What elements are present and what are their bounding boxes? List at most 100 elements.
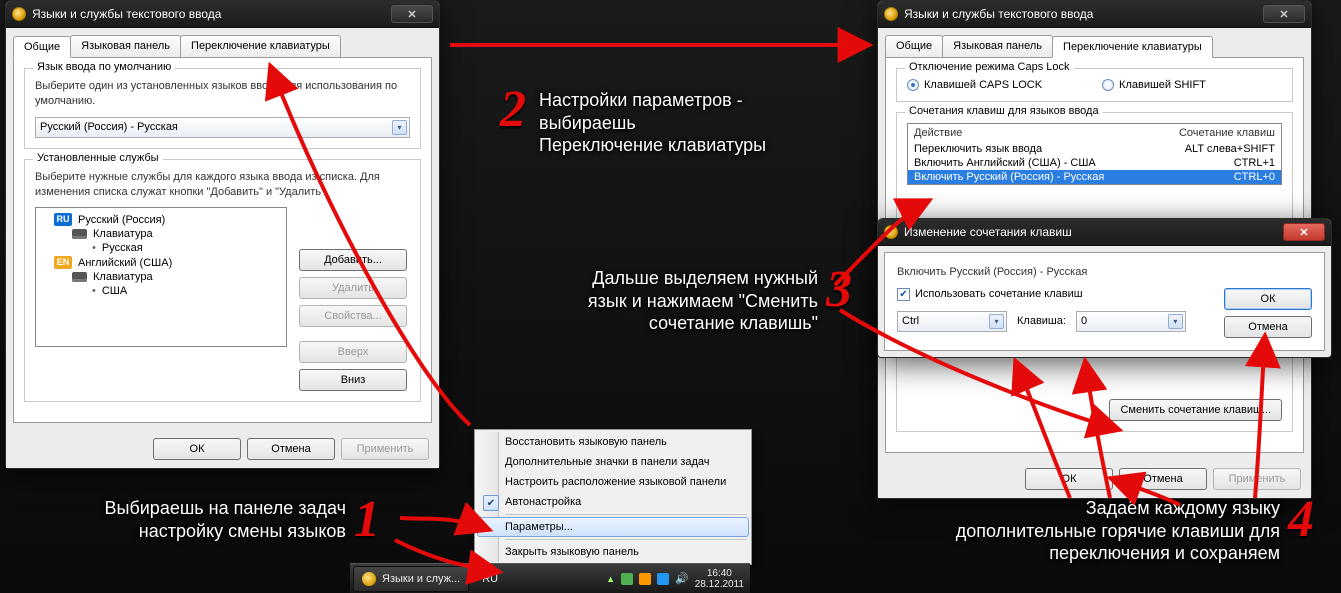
menu-item-position[interactable]: Настроить расположение языковой панели (477, 472, 749, 492)
language-bar-context-menu: Восстановить языковую панель Дополнитель… (474, 429, 752, 565)
cell-action: Переключить язык ввода (914, 143, 1165, 155)
radio-caps-lock[interactable]: Клавишей CAPS LOCK (907, 79, 1042, 91)
cell-combo: ALT слева+SHIFT (1165, 143, 1275, 155)
dropdown-value: 0 (1081, 315, 1087, 327)
dropdown-value: Ctrl (902, 315, 919, 327)
cancel-button[interactable]: Отмена (1224, 316, 1312, 338)
app-icon (884, 225, 898, 239)
tree-layout: США (102, 285, 127, 297)
app-icon (884, 7, 898, 21)
titlebar[interactable]: Изменение сочетания клавиш ✕ (878, 219, 1331, 246)
tab-general[interactable]: Общие (13, 36, 71, 58)
window-title: Языки и службы текстового ввода (32, 7, 221, 21)
services-button-column: Добавить... Удалить Свойства... Вверх Вн… (299, 249, 407, 391)
group-description: Выберите один из установленных языков вв… (35, 79, 410, 109)
dropdown-value: Русский (Россия) - Русская (40, 121, 178, 133)
annotation-4: Задаём каждому языку дополнительные горя… (790, 497, 1280, 565)
tree-lang-ru: Русский (Россия) (78, 214, 165, 226)
tray-icon[interactable] (621, 573, 633, 585)
chevron-down-icon: ▾ (989, 314, 1004, 329)
taskbar-clock[interactable]: 16:40 28.12.2011 (695, 568, 744, 590)
step-number-1: 1 (354, 490, 380, 549)
check-icon: ✔ (483, 495, 499, 511)
radio-icon (1102, 79, 1114, 91)
titlebar[interactable]: Языки и службы текстового ввода ✕ (878, 1, 1311, 28)
tree-kbd: Клавиатура (93, 228, 153, 240)
col-combo: Сочетание клавиш (1165, 127, 1275, 139)
tree-kbd: Клавиатура (93, 271, 153, 283)
close-button[interactable]: ✕ (391, 5, 433, 23)
dialog-change-hotkey: Изменение сочетания клавиш ✕ Включить Ру… (877, 218, 1332, 358)
volume-icon[interactable]: 🔊 (675, 572, 689, 585)
menu-item-close[interactable]: Закрыть языковую панель (477, 542, 749, 562)
lang-badge-en: EN (54, 256, 72, 269)
default-language-dropdown[interactable]: Русский (Россия) - Русская ▾ (35, 117, 410, 138)
radio-shift[interactable]: Клавишей SHIFT (1102, 79, 1206, 91)
taskbar-app-button[interactable]: Языки и служ... (353, 566, 469, 592)
tab-language-bar[interactable]: Языковая панель (70, 35, 181, 57)
table-row-selected[interactable]: Включить Русский (Россия) - Русская CTRL… (908, 170, 1281, 184)
close-button[interactable]: ✕ (1283, 223, 1325, 241)
annotation-1: Выбираешь на панеле задач настройку смен… (16, 497, 346, 542)
close-button[interactable]: ✕ (1263, 5, 1305, 23)
apply-button[interactable]: Применить (1213, 468, 1301, 490)
dialog-footer: ОК Отмена Применить (6, 430, 439, 468)
modifier-dropdown[interactable]: Ctrl ▾ (897, 311, 1007, 332)
key-dropdown[interactable]: 0 ▾ (1076, 311, 1186, 332)
group-caps-lock: Отключение режима Caps Lock Клавишей CAP… (896, 68, 1293, 102)
remove-button[interactable]: Удалить (299, 277, 407, 299)
table-row[interactable]: Переключить язык ввода ALT слева+SHIFT (908, 142, 1281, 156)
tree-lang-en: Английский (США) (78, 257, 172, 269)
tab-language-bar[interactable]: Языковая панель (942, 35, 1053, 57)
group-legend: Установленные службы (33, 152, 163, 164)
key-label: Клавиша: (1017, 315, 1066, 327)
step-number-2: 2 (500, 80, 526, 139)
services-tree[interactable]: RUРусский (Россия) Клавиатура •Русская E… (35, 207, 287, 347)
tray-icon[interactable] (639, 573, 651, 585)
chevron-down-icon: ▾ (392, 120, 407, 135)
app-icon (12, 7, 26, 21)
cancel-button[interactable]: Отмена (247, 438, 335, 460)
cell-action: Включить Русский (Россия) - Русская (914, 171, 1165, 183)
tab-general[interactable]: Общие (885, 35, 943, 57)
keyboard-icon (72, 272, 87, 282)
chevron-down-icon: ▾ (1168, 314, 1183, 329)
checkbox-use-combo[interactable]: ✔ (897, 288, 910, 301)
tray-arrow-icon[interactable]: ▲ (606, 574, 615, 584)
hotkey-table[interactable]: Действие Сочетание клавиш Переключить яз… (907, 123, 1282, 185)
tree-layout: Русская (102, 242, 143, 254)
menu-item-restore[interactable]: Восстановить языковую панель (477, 432, 749, 452)
apply-button[interactable]: Применить (341, 438, 429, 460)
step-number-3: 3 (826, 260, 852, 319)
menu-item-auto[interactable]: ✔Автонастройка (477, 492, 749, 512)
titlebar[interactable]: Языки и службы текстового ввода ✕ (6, 1, 439, 28)
clock-date: 28.12.2011 (695, 579, 744, 590)
tab-keyboard-switch[interactable]: Переключение клавиатуры (1052, 36, 1213, 58)
ok-button[interactable]: ОК (153, 438, 241, 460)
radio-label: Клавишей CAPS LOCK (924, 79, 1042, 91)
tray-icon[interactable] (657, 573, 669, 585)
menu-separator (505, 539, 747, 540)
menu-item-extra-icons[interactable]: Дополнительные значки в панели задач (477, 452, 749, 472)
ok-button[interactable]: ОК (1224, 288, 1312, 310)
tab-strip: Общие Языковая панель Переключение клави… (6, 28, 439, 57)
group-installed-services: Установленные службы Выберите нужные слу… (24, 159, 421, 403)
tab-strip: Общие Языковая панель Переключение клави… (878, 28, 1311, 57)
keyboard-icon (72, 229, 87, 239)
move-down-button[interactable]: Вниз (299, 369, 407, 391)
menu-item-parameters[interactable]: Параметры... (477, 517, 749, 537)
table-row[interactable]: Включить Английский (США) - США CTRL+1 (908, 156, 1281, 170)
move-up-button[interactable]: Вверх (299, 341, 407, 363)
change-hotkey-button[interactable]: Сменить сочетание клавиш... (1109, 399, 1282, 421)
lang-badge-ru: RU (54, 213, 72, 226)
group-legend: Отключение режима Caps Lock (905, 61, 1074, 73)
tab-keyboard-switch[interactable]: Переключение клавиатуры (180, 35, 341, 57)
group-description: Выберите нужные службы для каждого языка… (35, 170, 410, 200)
properties-button[interactable]: Свойства... (299, 305, 407, 327)
add-button[interactable]: Добавить... (299, 249, 407, 271)
cancel-button[interactable]: Отмена (1119, 468, 1207, 490)
clock-time: 16:40 (695, 568, 744, 579)
ok-button[interactable]: ОК (1025, 468, 1113, 490)
dialog-footer: ОК Отмена Применить (878, 460, 1311, 498)
taskbar-lang-indicator[interactable]: RU (482, 573, 498, 585)
